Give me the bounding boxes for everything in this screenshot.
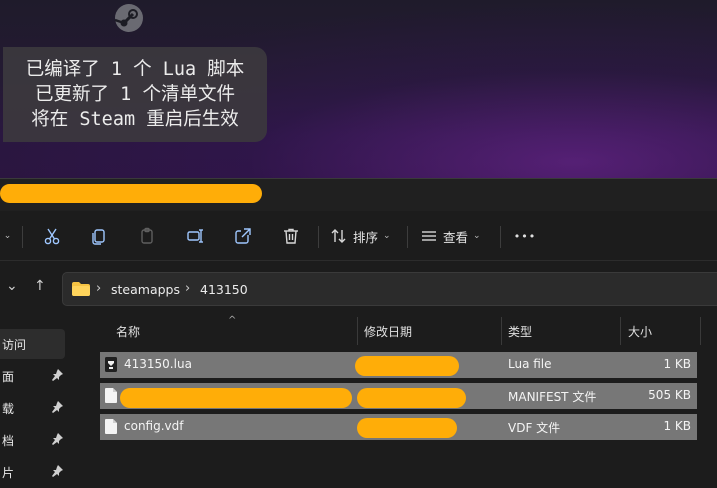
- sort-ascending-icon: ^: [228, 315, 237, 326]
- chevron-down-icon: ⌄: [3, 231, 12, 241]
- redaction-bar: [120, 388, 352, 408]
- share-button[interactable]: [229, 221, 257, 251]
- new-dropdown-chevron[interactable]: ⌄: [0, 221, 12, 251]
- rename-button[interactable]: [181, 221, 209, 251]
- pin-icon[interactable]: [51, 465, 63, 477]
- column-header-type[interactable]: 类型: [508, 323, 532, 340]
- breadcrumb-chevron-icon: ›: [96, 281, 102, 296]
- copy-button[interactable]: [85, 221, 113, 251]
- navigation-bar: ⌄ ↑ › steamapps › 413150: [0, 262, 717, 314]
- chevron-down-icon[interactable]: ⌄: [6, 278, 18, 294]
- redaction-bar: [357, 388, 466, 408]
- file-name: 413150.lua: [124, 357, 192, 371]
- column-divider[interactable]: [357, 317, 358, 345]
- sort-label: 排序: [353, 229, 379, 245]
- view-button[interactable]: 查看 ⌄: [420, 221, 492, 251]
- address-bar[interactable]: › steamapps › 413150: [62, 272, 717, 306]
- breadcrumb-segment[interactable]: steamapps: [111, 282, 180, 297]
- breadcrumb-chevron-icon: ›: [185, 281, 191, 296]
- file-size: 505 KB: [648, 388, 691, 402]
- redaction-bar: [0, 184, 262, 203]
- view-label: 查看: [443, 229, 469, 245]
- folder-icon: [72, 282, 90, 296]
- cut-button[interactable]: [38, 221, 66, 251]
- chevron-down-icon: ⌄: [473, 231, 481, 241]
- column-divider[interactable]: [501, 317, 502, 345]
- steam-notification[interactable]: 已编译了 1 个 Lua 脚本 已更新了 1 个清单文件 将在 Steam 重启…: [3, 47, 267, 142]
- file-size: 1 KB: [663, 419, 691, 433]
- sidebar-item-label: 载: [2, 402, 15, 416]
- notification-line: 已编译了 1 个 Lua 脚本: [25, 58, 245, 80]
- notification-line: 已更新了 1 个清单文件: [35, 83, 235, 105]
- sidebar-item-downloads[interactable]: 载: [0, 393, 72, 423]
- navigation-pane: 访问 面 载 档 片: [0, 314, 72, 488]
- toolbar-divider: [318, 226, 319, 248]
- column-header-modified[interactable]: 修改日期: [364, 323, 412, 340]
- paste-button[interactable]: [133, 221, 161, 251]
- toolbar-divider: [407, 226, 408, 248]
- file-size: 1 KB: [663, 357, 691, 371]
- more-icon: •••: [513, 229, 537, 243]
- sidebar-item-pictures[interactable]: 片: [0, 457, 72, 487]
- sort-icon: [331, 229, 346, 243]
- share-icon: [235, 228, 251, 244]
- toolbar-divider: [22, 226, 23, 248]
- paste-icon: [141, 227, 153, 244]
- pin-icon[interactable]: [51, 401, 63, 413]
- chevron-down-icon: ⌄: [383, 231, 391, 241]
- column-divider[interactable]: [700, 317, 701, 345]
- more-options-button[interactable]: •••: [510, 221, 540, 251]
- cut-icon: [44, 228, 60, 245]
- file-type: Lua file: [508, 357, 552, 371]
- sidebar-item-documents[interactable]: 档: [0, 425, 72, 455]
- lua-file-icon: [105, 357, 117, 372]
- up-arrow-icon[interactable]: ↑: [34, 278, 46, 294]
- manifest-file-icon: [105, 388, 117, 403]
- redaction-bar: [355, 356, 459, 376]
- view-icon: [422, 231, 436, 241]
- sidebar-item-label: 面: [2, 370, 15, 384]
- steam-icon: [114, 4, 143, 32]
- sort-button[interactable]: 排序 ⌄: [330, 221, 400, 251]
- column-divider[interactable]: [620, 317, 621, 345]
- file-name: config.vdf: [124, 419, 184, 433]
- column-header-name[interactable]: 名称: [116, 323, 140, 340]
- file-type: VDF 文件: [508, 421, 561, 435]
- delete-icon: [284, 228, 298, 244]
- breadcrumb-segment[interactable]: 413150: [200, 282, 248, 297]
- sidebar-item-label: 片: [2, 466, 15, 480]
- copy-icon: [92, 229, 105, 245]
- file-type: MANIFEST 文件: [508, 390, 597, 404]
- rename-icon: [187, 229, 203, 243]
- toolbar-divider: [500, 226, 501, 248]
- column-header-size[interactable]: 大小: [628, 323, 652, 340]
- sidebar-item-quick-access[interactable]: 访问: [0, 329, 65, 359]
- sidebar-item-label: 档: [2, 434, 15, 448]
- pin-icon[interactable]: [51, 369, 63, 381]
- notification-line: 将在 Steam 重启后生效: [31, 108, 239, 130]
- vdf-file-icon: [105, 419, 117, 434]
- redaction-bar: [357, 418, 457, 438]
- sidebar-item-label: 访问: [2, 338, 27, 352]
- sidebar-item-desktop[interactable]: 面: [0, 361, 72, 391]
- command-bar: ⌄ 排序 ⌄ 查看 ⌄ •••: [0, 211, 717, 261]
- delete-button[interactable]: [277, 221, 305, 251]
- pin-icon[interactable]: [51, 433, 63, 445]
